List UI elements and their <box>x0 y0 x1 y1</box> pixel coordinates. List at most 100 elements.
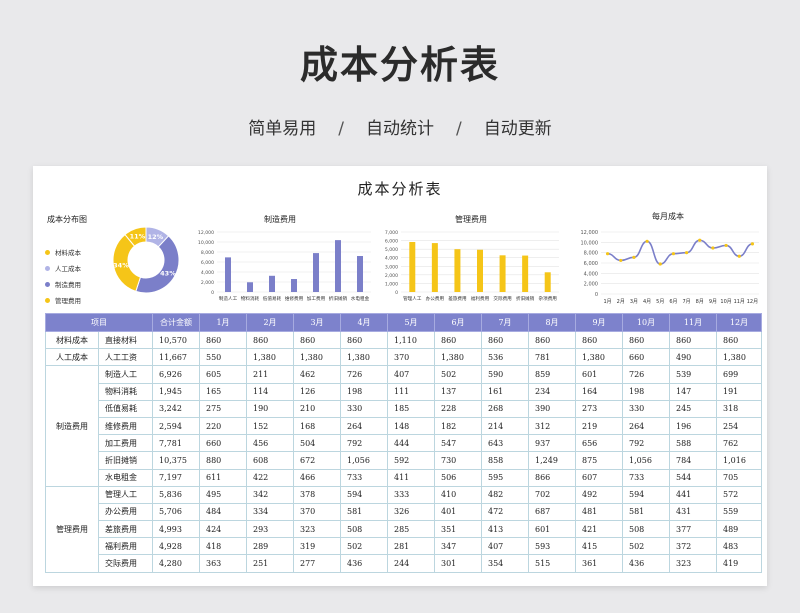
month-cell: 354 <box>481 554 529 573</box>
total-cell: 7,197 <box>152 468 200 487</box>
total-cell: 7,781 <box>152 434 200 453</box>
month-cell: 860 <box>716 330 762 350</box>
header-cell: 合计金额 <box>152 313 200 332</box>
month-cell: 590 <box>481 365 529 384</box>
table-row: 人工成本 人工工资 11,667 550 1,380 1,380 1,380 370 1,380… <box>45 348 762 367</box>
total-cell: 11,667 <box>152 348 200 367</box>
month-cell: 182 <box>434 416 482 436</box>
table-row: 制造费用 制造人工 6,926 605 211 462 726 407 502 590 859 601… <box>45 365 762 487</box>
spreadsheet-card: 成本分析表 成本分布图 材料成本 人工成本 制造费用 管理费用 12% 43% 34… <box>33 166 767 586</box>
x-tick-label: 2月 <box>617 299 625 305</box>
donut-chart: 12% 43% 34% 11% <box>112 226 180 294</box>
month-cell: 137 <box>434 382 482 401</box>
total-cell: 4,928 <box>152 537 200 556</box>
x-tick-label: 7月 <box>682 299 690 305</box>
table-row: 折旧摊销 10,375 880 608 672 1,056 592 730 858 1,249 87… <box>46 451 762 470</box>
month-cell: 733 <box>340 468 388 487</box>
bar <box>409 241 416 292</box>
table-row: 管理费用 管理人工 5,836 495 342 378 594 333 410 482 702 492… <box>45 485 762 573</box>
x-tick-label: 加工费用 <box>307 295 326 302</box>
data-point <box>619 258 623 263</box>
legend-swatch <box>45 265 50 271</box>
month-cell: 860 <box>481 330 529 350</box>
month-cell: 198 <box>340 382 388 401</box>
legend-item: 管理费用 <box>45 292 81 308</box>
month-cell: 342 <box>246 485 294 504</box>
month-cell: 492 <box>575 485 623 504</box>
month-cell: 191 <box>716 382 762 401</box>
month-cell: 792 <box>340 434 388 453</box>
total-cell: 5,706 <box>152 502 200 522</box>
legend-label: 管理费用 <box>55 297 81 305</box>
month-cell: 605 <box>199 365 247 384</box>
month-cell: 595 <box>481 468 529 487</box>
bar <box>477 249 483 292</box>
item-cell: 交际费用 <box>98 554 153 573</box>
total-cell: 2,594 <box>152 416 200 436</box>
month-cell: 330 <box>622 399 670 418</box>
month-cell: 601 <box>528 520 576 539</box>
bar <box>454 249 461 292</box>
month-cell: 1,380 <box>340 348 388 367</box>
month-cell: 781 <box>528 348 576 367</box>
month-cell: 411 <box>387 468 435 487</box>
y-tick-label: 6,000 <box>584 261 598 267</box>
month-cell: 196 <box>669 416 717 436</box>
month-cell: 254 <box>716 416 762 436</box>
month-cell: 502 <box>340 537 388 556</box>
tagline-separator: / <box>456 119 462 139</box>
bar <box>522 255 529 292</box>
month-cell: 431 <box>669 502 717 522</box>
month-cell: 726 <box>340 365 388 384</box>
month-cell: 148 <box>387 416 435 436</box>
tagline-separator: / <box>338 119 344 139</box>
month-cell: 198 <box>622 382 670 401</box>
y-tick-label: 5,000 <box>385 247 398 253</box>
month-cell: 880 <box>199 451 247 470</box>
month-cell: 370 <box>387 348 435 367</box>
y-tick-label: 2,000 <box>584 282 598 288</box>
month-cell: 592 <box>387 451 435 470</box>
x-tick-label: 9月 <box>709 299 717 305</box>
month-cell: 1,056 <box>340 451 388 470</box>
month-cell: 210 <box>293 399 341 418</box>
data-point <box>698 238 702 242</box>
month-cell: 601 <box>575 365 623 384</box>
data-point <box>724 243 728 248</box>
month-cell: 164 <box>575 382 623 401</box>
month-cell: 733 <box>622 468 670 487</box>
bar <box>269 275 275 292</box>
month-cell: 421 <box>575 520 623 539</box>
month-cell: 472 <box>481 502 529 522</box>
header-cell: 2月 <box>246 313 294 332</box>
month-cell: 161 <box>481 382 529 401</box>
month-cell: 211 <box>246 365 294 384</box>
table-row: 低值易耗 3,242 275 190 210 330 185 228 268 390 273 330 2… <box>46 399 762 418</box>
month-cell: 441 <box>669 485 717 504</box>
month-cell: 419 <box>716 554 762 573</box>
item-cell: 低值易耗 <box>98 399 153 418</box>
table-row: 加工费用 7,781 660 456 504 792 444 547 643 937 656 792 5… <box>46 434 762 453</box>
x-tick-label: 制造人工 <box>219 295 238 302</box>
x-tick-label: 福利费用 <box>471 295 490 302</box>
x-tick-label: 5月 <box>656 299 664 305</box>
month-cell: 481 <box>575 502 623 522</box>
y-tick-label: 8,000 <box>584 251 598 257</box>
month-cell: 588 <box>669 434 717 453</box>
month-cell: 251 <box>246 554 294 573</box>
total-cell: 5,836 <box>152 485 200 504</box>
data-point <box>671 252 676 256</box>
x-tick-label: 低值易耗 <box>263 295 282 302</box>
donut-slice-label: 43% <box>160 269 176 277</box>
month-cell: 762 <box>716 434 762 453</box>
month-cell: 643 <box>481 434 529 453</box>
item-cell: 差旅费用 <box>98 520 153 539</box>
total-cell: 6,926 <box>152 365 200 384</box>
y-tick-label: 0 <box>211 290 214 296</box>
item-cell: 水电租金 <box>98 468 153 487</box>
y-tick-label: 6,000 <box>385 239 398 245</box>
month-cell: 611 <box>199 468 247 487</box>
month-cell: 293 <box>246 520 294 539</box>
month-cell: 1,380 <box>575 348 623 367</box>
table-row: 水电租金 7,197 611 422 466 733 411 506 595 866 607 733 5… <box>46 468 762 487</box>
